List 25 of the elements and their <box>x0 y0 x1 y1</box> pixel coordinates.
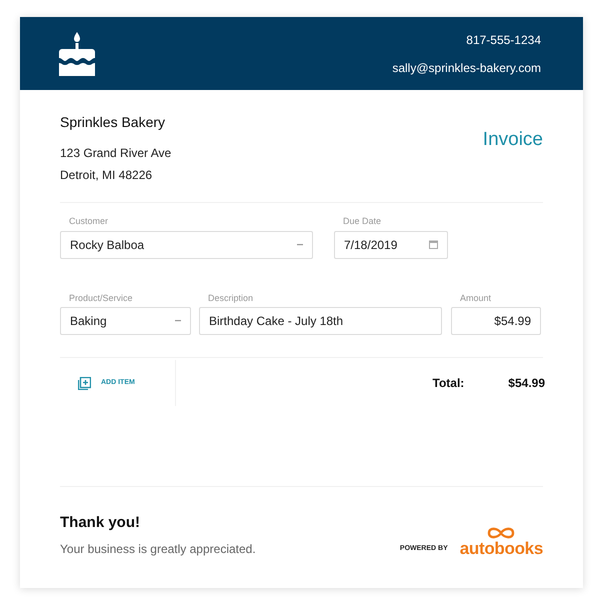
dropdown-field[interactable]: Rocky Balboa <box>60 230 313 258</box>
logo-icon <box>486 526 516 540</box>
input-field[interactable]: Birthday Cake - July 18th <box>199 307 442 335</box>
address-line: 123 Grand River Ave <box>60 145 172 162</box>
thank-you-message: Your business is greatly appreciated. <box>60 541 256 558</box>
address-line: Detroit, MI 48226 <box>60 167 154 184</box>
add-icon <box>78 376 91 390</box>
invoice-title: Invoice <box>482 128 543 152</box>
field-label: Customer <box>69 215 110 228</box>
dropdown-field[interactable]: Baking <box>60 307 191 335</box>
brand-name: autobooks <box>460 540 543 558</box>
calendar-icon <box>429 240 438 249</box>
field-label: Amount <box>460 292 492 304</box>
date-field[interactable]: 7/18/2019 <box>334 230 448 258</box>
thank-you-heading: Thank you! <box>60 512 142 532</box>
total-value: $54.99 <box>508 375 545 392</box>
phone-number: 817-555-1234 <box>466 32 541 48</box>
cake-icon <box>58 32 96 76</box>
email-address: sally@sprinkles-bakery.com <box>392 60 541 76</box>
total-label: Total: <box>432 375 464 392</box>
field-label: Product/Service <box>69 292 134 304</box>
business-name: Sprinkles Bakery <box>60 113 166 132</box>
field-label: Description <box>208 292 254 305</box>
input-field[interactable]: $54.99 <box>451 307 541 335</box>
field-label: Due Date <box>343 215 382 228</box>
